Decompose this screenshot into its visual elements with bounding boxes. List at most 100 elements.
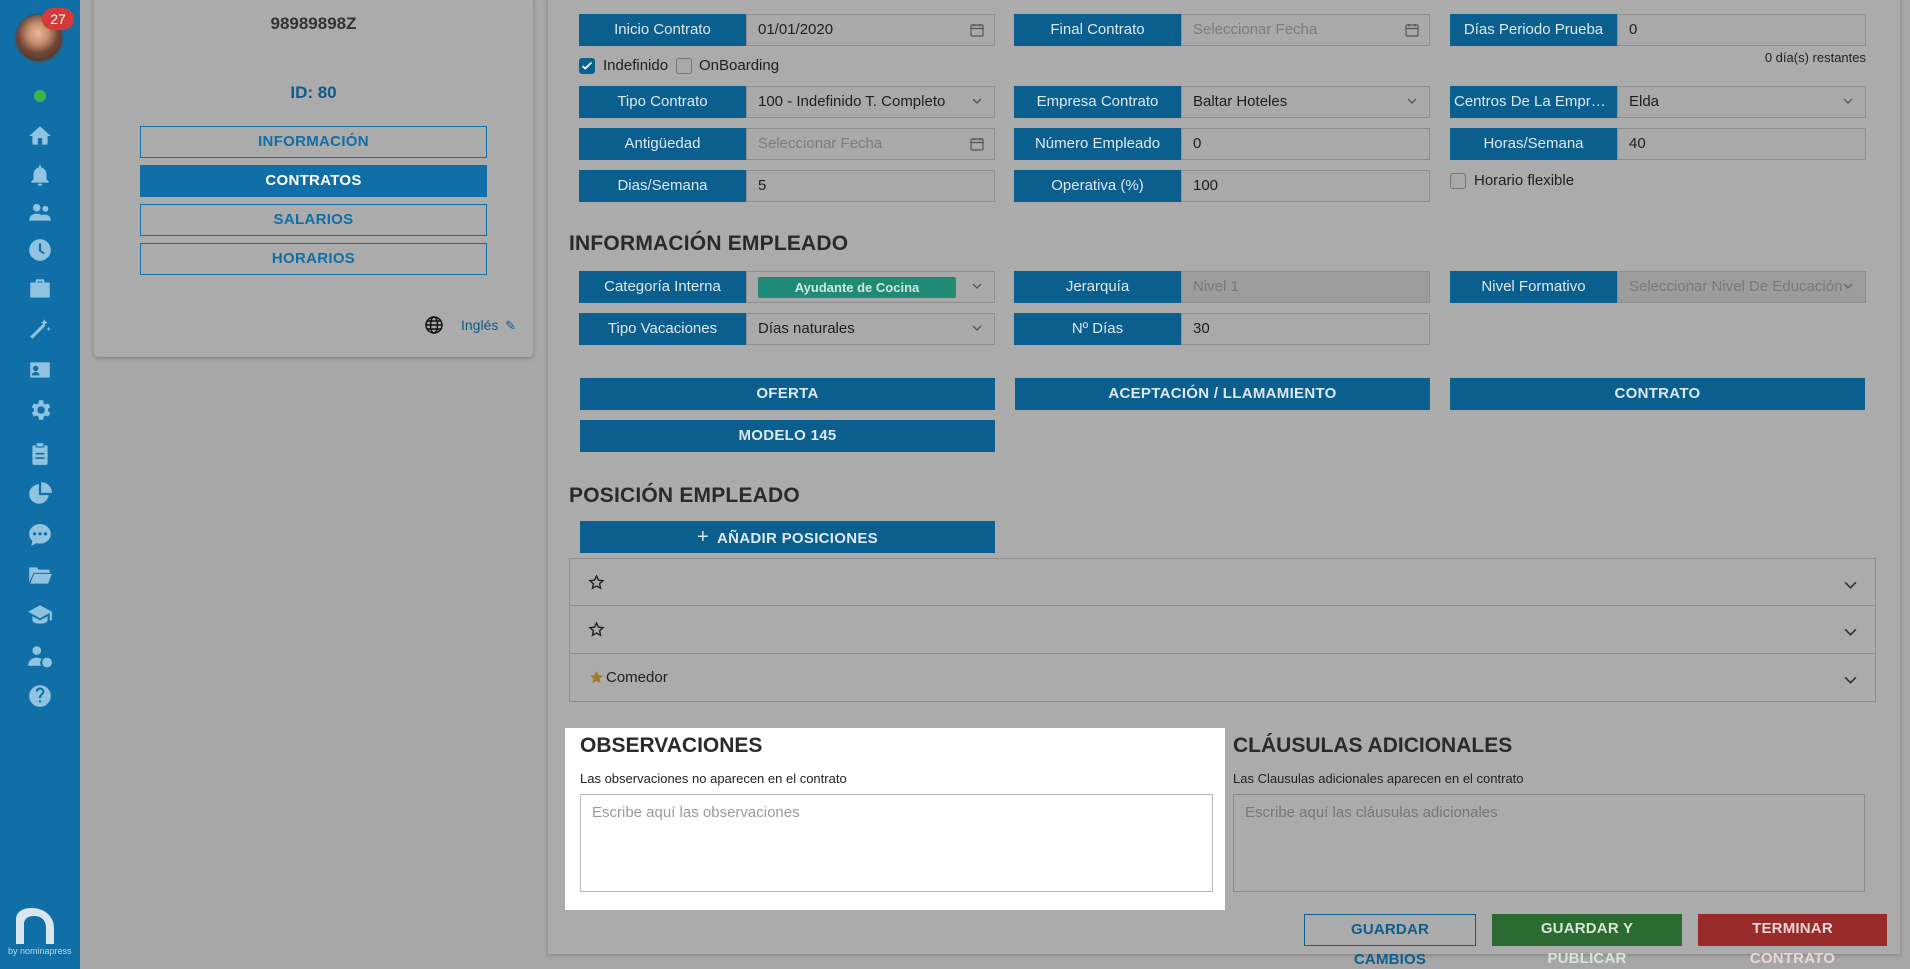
final-contrato-placeholder: Seleccionar Fecha <box>1193 21 1318 38</box>
final-contrato-field[interactable]: Seleccionar Fecha <box>1181 14 1430 46</box>
horas-semana-field[interactable]: 40 <box>1617 128 1866 160</box>
employee-id: ID: 80 <box>290 83 337 102</box>
add-position-button[interactable]: + AÑADIR POSICIONES <box>580 521 995 553</box>
dias-semana-field[interactable]: 5 <box>746 170 995 202</box>
pie-chart-icon[interactable] <box>25 479 55 509</box>
oferta-button[interactable]: OFERTA <box>580 378 995 410</box>
chevron-down-icon <box>1843 283 1853 289</box>
pencil-icon[interactable]: ✎ <box>505 318 516 334</box>
antiguedad-label: Antigüedad <box>579 128 746 160</box>
magic-icon[interactable] <box>25 314 55 344</box>
antiguedad-field[interactable]: Seleccionar Fecha <box>746 128 995 160</box>
tipo-contrato-select[interactable]: 100 - Indefinido T. Completo <box>746 86 995 118</box>
calendar-icon <box>970 138 984 151</box>
menu-informacion-button[interactable]: INFORMACIÓN <box>140 126 487 158</box>
chevron-down-icon <box>972 325 982 331</box>
numero-empleado-label: Número Empleado <box>1014 128 1181 160</box>
gear-icon[interactable] <box>25 395 55 425</box>
operativa-field[interactable]: 100 <box>1181 170 1430 202</box>
clausulas-hint: Las Clausulas adicionales aparecen en el… <box>1233 771 1524 786</box>
position-row[interactable]: Comedor <box>569 654 1876 702</box>
clock-icon[interactable] <box>25 235 55 265</box>
chevron-down-icon <box>1843 98 1853 104</box>
centros-empresa-value: Elda <box>1629 93 1660 110</box>
jerarquia-label: Jerarquía <box>1014 271 1181 303</box>
chevron-down-icon <box>972 98 982 104</box>
chat-icon[interactable] <box>25 520 55 550</box>
onboarding-label: OnBoarding <box>699 57 780 74</box>
help-icon[interactable] <box>25 681 55 711</box>
indefinido-checkbox[interactable] <box>579 58 595 74</box>
star-filled-icon[interactable] <box>588 669 605 686</box>
tipo-vacaciones-select[interactable]: Días naturales <box>746 313 995 345</box>
chevron-down-icon <box>1844 581 1857 589</box>
position-row[interactable] <box>569 558 1876 606</box>
save-publish-button[interactable]: GUARDAR Y PUBLICAR <box>1492 914 1682 967</box>
user-dollar-icon[interactable] <box>25 641 55 671</box>
posicion-empleado-title: POSICIÓN EMPLEADO <box>569 484 800 507</box>
empresa-contrato-select[interactable]: Baltar Hoteles <box>1181 86 1430 118</box>
final-contrato-label: Final Contrato <box>1014 14 1181 46</box>
save-changes-button[interactable]: GUARDAR CAMBIOS <box>1304 914 1476 968</box>
tipo-vacaciones-label: Tipo Vacaciones <box>579 313 746 345</box>
menu-salarios-button[interactable]: SALARIOS <box>140 204 487 236</box>
empresa-contrato-value: Baltar Hoteles <box>1193 93 1288 110</box>
jerarquia-field: Nivel 1 <box>1181 271 1430 303</box>
onboarding-checkbox[interactable] <box>676 58 692 74</box>
clausulas-placeholder: Escribe aquí las cláusulas adicionales <box>1245 804 1498 821</box>
numero-dias-label: Nº Días <box>1014 313 1181 345</box>
briefcase-icon[interactable] <box>25 274 55 304</box>
users-icon[interactable] <box>25 197 55 227</box>
star-outline-icon[interactable] <box>588 574 605 591</box>
centros-empresa-select[interactable]: Elda <box>1617 86 1866 118</box>
brand-text: by nominapress <box>8 946 72 956</box>
categoria-interna-select[interactable]: Ayudante de Cocina <box>746 271 995 303</box>
clausulas-textarea[interactable]: Escribe aquí las cláusulas adicionales <box>1233 794 1865 892</box>
numero-empleado-field[interactable]: 0 <box>1181 128 1430 160</box>
globe-icon <box>424 315 444 335</box>
graduation-icon[interactable] <box>25 600 55 630</box>
plus-icon: + <box>697 526 710 548</box>
modelo-145-button[interactable]: MODELO 145 <box>580 420 995 452</box>
tipo-contrato-label: Tipo Contrato <box>579 86 746 118</box>
observaciones-textarea[interactable]: Escribe aquí las observaciones <box>580 794 1213 892</box>
tipo-vacaciones-value: Días naturales <box>758 320 855 337</box>
folder-icon[interactable] <box>25 560 55 590</box>
contrato-button[interactable]: CONTRATO <box>1450 378 1865 410</box>
observaciones-title: OBSERVACIONES <box>580 734 763 757</box>
id-card-icon[interactable] <box>25 355 55 385</box>
chevron-down-icon <box>972 283 982 289</box>
indefinido-label: Indefinido <box>603 57 669 74</box>
calendar-icon <box>970 24 984 37</box>
dias-prueba-field[interactable]: 0 <box>1617 14 1866 46</box>
position-row[interactable] <box>569 606 1876 654</box>
observaciones-placeholder: Escribe aquí las observaciones <box>592 804 800 821</box>
end-contract-button[interactable]: TERMINAR CONTRATO <box>1698 914 1887 967</box>
online-status-dot <box>34 90 46 102</box>
home-icon[interactable] <box>25 121 55 151</box>
add-position-label: AÑADIR POSICIONES <box>717 530 878 547</box>
clipboard-icon[interactable] <box>25 439 55 469</box>
observaciones-hint: Las observaciones no aparecen en el cont… <box>580 771 847 786</box>
dias-semana-label: Dias/Semana <box>579 170 746 202</box>
nivel-formativo-select[interactable]: Seleccionar Nivel De Educación <box>1617 271 1866 303</box>
inicio-contrato-field[interactable]: 01/01/2020 <box>746 14 995 46</box>
star-outline-icon[interactable] <box>588 621 605 638</box>
language-label[interactable]: Inglés <box>461 317 498 333</box>
menu-contratos-button[interactable]: CONTRATOS <box>140 165 487 197</box>
chevron-down-icon <box>1407 98 1417 104</box>
centros-empresa-label: Centros De La Empres... <box>1450 86 1617 118</box>
operativa-label: Operativa (%) <box>1014 170 1181 202</box>
bell-icon[interactable] <box>25 160 55 190</box>
employee-dni: 98989898Z <box>270 14 357 33</box>
calendar-icon <box>1405 24 1419 37</box>
menu-horarios-button[interactable]: HORARIOS <box>140 243 487 275</box>
nivel-formativo-label: Nivel Formativo <box>1450 271 1617 303</box>
aceptacion-button[interactable]: ACEPTACIÓN / LLAMAMIENTO <box>1015 378 1430 410</box>
tipo-contrato-value: 100 - Indefinido T. Completo <box>758 93 946 110</box>
nivel-formativo-placeholder: Seleccionar Nivel De Educación <box>1629 278 1843 295</box>
numero-dias-field[interactable]: 30 <box>1181 313 1430 345</box>
chevron-down-icon <box>1844 628 1857 636</box>
horario-flexible-checkbox[interactable] <box>1450 173 1466 189</box>
notification-count-badge: 27 <box>42 8 74 30</box>
